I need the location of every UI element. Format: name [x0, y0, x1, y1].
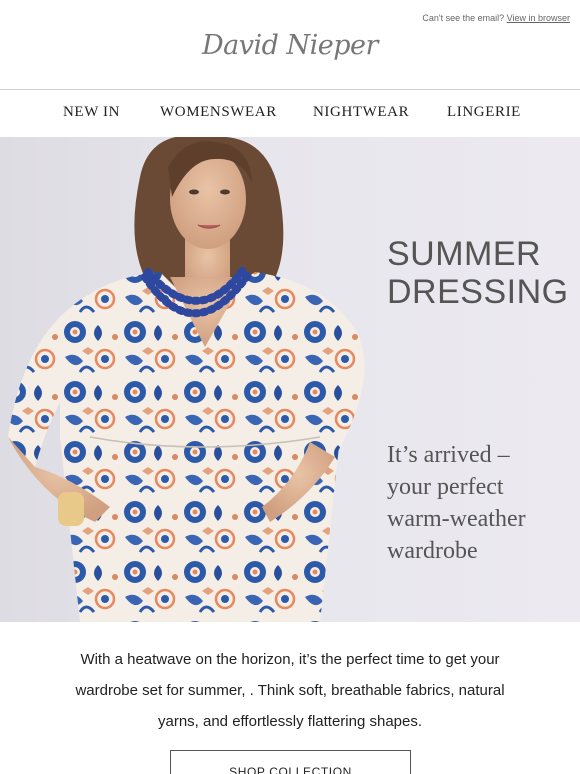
- preheader: Can't see the email? View in browser: [422, 13, 570, 23]
- intro-paragraph: With a heatwave on the horizon, it’s the…: [40, 644, 540, 737]
- nav-item-womenswear[interactable]: WOMENSWEAR: [160, 104, 277, 121]
- hero-title: SUMMER DRESSING: [387, 235, 569, 311]
- hero-title-line-1: SUMMER: [387, 235, 542, 273]
- preheader-text: Can't see the email?: [422, 13, 505, 23]
- intro-line-1: With a heatwave on the horizon, it’s the…: [80, 651, 500, 668]
- brand-logo[interactable]: David Nieper: [0, 30, 580, 61]
- main-nav: NEW IN WOMENSWEAR NIGHTWEAR LINGERIE: [0, 90, 580, 137]
- intro-line-2: wardrobe set for summer, . Think soft, b…: [75, 682, 505, 699]
- hero-subtitle: It’s arrived – your perfect warm-weather…: [387, 439, 526, 567]
- preheader-bar: Can't see the email? View in browser: [0, 0, 580, 30]
- nav-item-nightwear[interactable]: NIGHTWEAR: [313, 104, 409, 121]
- view-in-browser-link[interactable]: View in browser: [507, 13, 570, 23]
- nav-item-new-in[interactable]: NEW IN: [63, 104, 120, 121]
- hero-title-line-2: DRESSING: [387, 273, 569, 311]
- hero-subtitle-line-2: your perfect: [387, 474, 504, 500]
- hero-subtitle-line-4: wardrobe: [387, 538, 478, 564]
- hero-subtitle-line-3: warm-weather: [387, 506, 526, 532]
- intro-line-3: yarns, and effortlessly flattering shape…: [157, 713, 423, 730]
- hero-subtitle-line-1: It’s arrived –: [387, 442, 510, 468]
- nav-item-lingerie[interactable]: LINGERIE: [447, 104, 521, 121]
- shop-collection-button[interactable]: SHOP COLLECTION: [170, 750, 411, 774]
- hero-banner[interactable]: SUMMER DRESSING It’s arrived – your perf…: [0, 137, 580, 622]
